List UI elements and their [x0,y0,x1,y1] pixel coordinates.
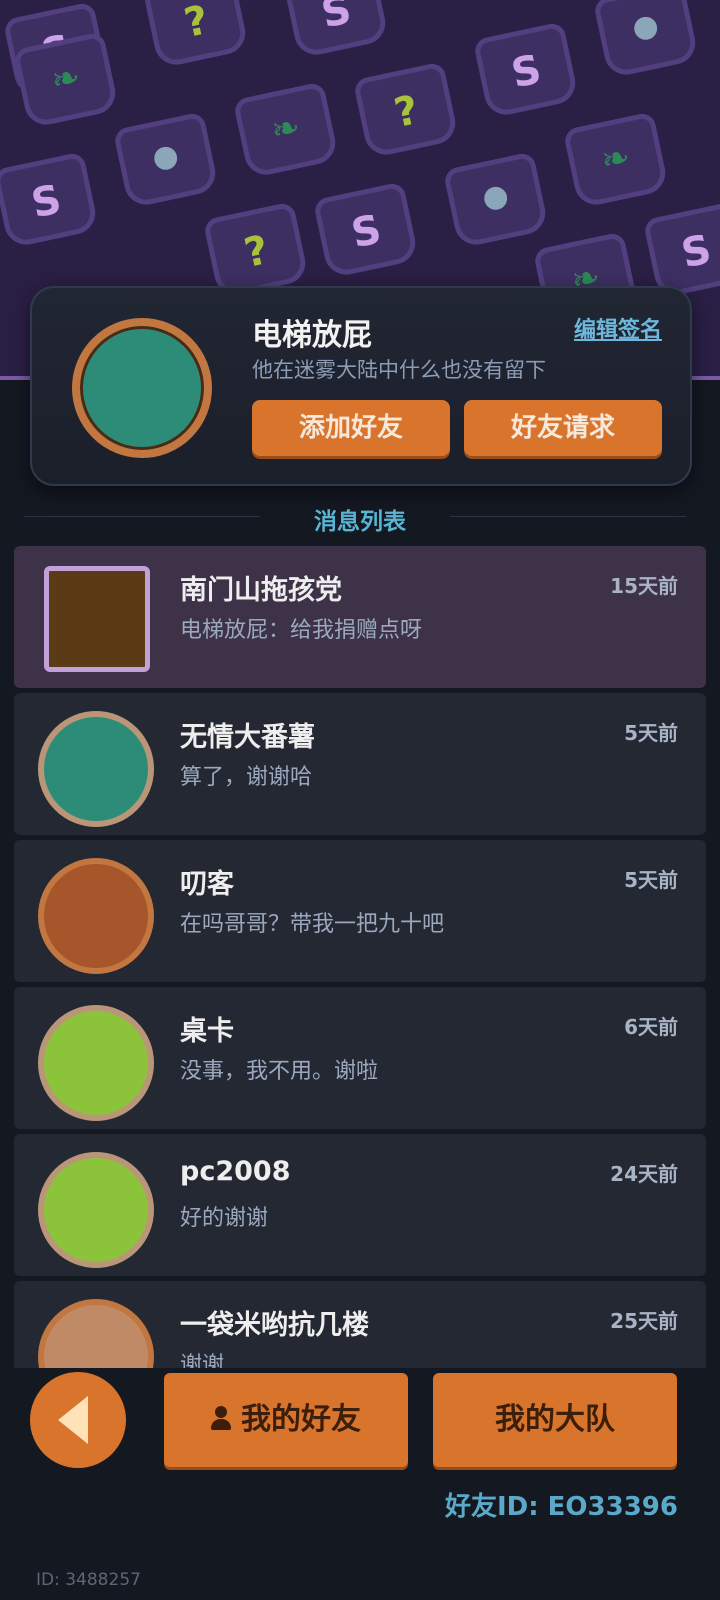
message-item[interactable]: 无情大番薯 算了，谢谢哈 5天前 [14,693,706,835]
profile-card: 电梯放屁 编辑签名 他在迷雾大陆中什么也没有留下 添加好友 好友请求 [30,286,692,486]
pattern-tile: ? [202,201,310,299]
pattern-tile: ● [112,111,220,209]
add-friend-button[interactable]: 添加好友 [252,400,450,456]
message-preview: 算了，谢谢哈 [180,765,313,790]
bottom-bar: 我的好友 我的大队 好友ID: EO33396 ID: 3488257 [0,1368,720,1600]
message-preview: 谢谢 [180,1353,225,1368]
message-time: 5天前 [624,721,678,745]
message-time: 5天前 [624,868,678,892]
message-time: 25天前 [610,1309,678,1333]
message-preview: 好的谢谢 [180,1206,269,1231]
message-sender: 一袋米哟抗几楼 [180,1310,369,1341]
message-sender: 南门山拖孩党 [180,575,342,606]
message-list[interactable]: 南门山拖孩党 电梯放屁：给我捐赠点呀 15天前 无情大番薯 算了，谢谢哈 5天前… [14,546,706,1368]
message-item[interactable]: 南门山拖孩党 电梯放屁：给我捐赠点呀 15天前 [14,546,706,688]
avatar [38,858,154,974]
message-item[interactable]: pc2008 好的谢谢 24天前 [14,1134,706,1276]
avatar [38,711,154,827]
pattern-tile: S [642,201,720,299]
message-sender: 桌卡 [180,1016,234,1047]
avatar [38,1299,154,1368]
pattern-tile: S [0,151,100,249]
friend-request-button[interactable]: 好友请求 [464,400,662,456]
my-team-button[interactable]: 我的大队 [433,1373,677,1467]
pattern-tile: ? [142,0,250,69]
pattern-tile: ❧ [12,31,120,129]
person-icon [211,1405,231,1430]
friend-id: 好友ID: EO33396 [444,1492,678,1522]
edit-signature-link[interactable]: 编辑签名 [574,312,662,344]
profile-name: 电梯放屁 [252,318,372,353]
pattern-tile: ? [352,61,460,159]
profile-signature: 他在迷雾大陆中什么也没有留下 [252,358,546,382]
avatar [38,1005,154,1121]
message-sender: 叨客 [180,869,234,900]
my-friends-label: 我的好友 [241,1402,361,1437]
pattern-tile: ❧ [562,111,670,209]
pattern-tile: S [312,181,420,279]
avatar [44,566,150,672]
message-item[interactable]: 桌卡 没事，我不用。谢啦 6天前 [14,987,706,1129]
pattern-tile: ● [442,151,550,249]
back-button[interactable] [30,1372,126,1468]
pattern-tile: S [472,21,580,119]
my-team-label: 我的大队 [495,1402,615,1437]
my-friends-button[interactable]: 我的好友 [164,1373,408,1467]
message-time: 15天前 [610,574,678,598]
message-list-title: 消息列表 [314,509,406,535]
pattern-tile: ● [592,0,700,79]
back-arrow-icon [58,1396,88,1444]
message-sender: pc2008 [180,1156,291,1187]
message-time: 6天前 [624,1015,678,1039]
message-preview: 电梯放屁：给我捐赠点呀 [180,618,423,643]
pattern-tile: S [282,0,390,59]
user-id: ID: 3488257 [36,1570,141,1590]
profile-avatar[interactable] [72,318,212,458]
avatar [38,1152,154,1268]
message-preview: 在吗哥哥？带我一把九十吧 [180,912,445,937]
message-sender: 无情大番薯 [180,722,315,753]
pattern-tile: ❧ [232,81,340,179]
message-time: 24天前 [610,1162,678,1186]
message-item[interactable]: 叨客 在吗哥哥？带我一把九十吧 5天前 [14,840,706,982]
message-item[interactable]: 一袋米哟抗几楼 谢谢 25天前 [14,1281,706,1368]
message-preview: 没事，我不用。谢啦 [180,1059,379,1084]
